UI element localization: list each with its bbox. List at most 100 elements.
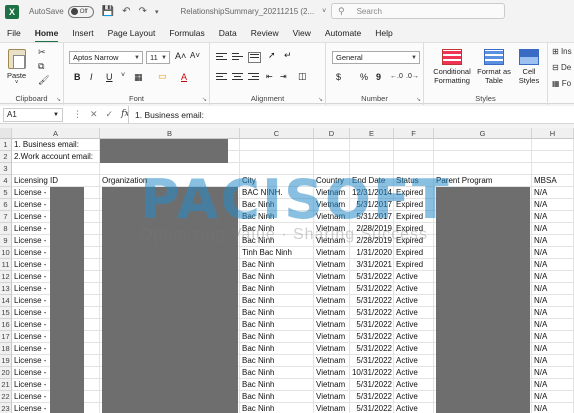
tab-page-layout[interactable]: Page Layout bbox=[101, 25, 163, 41]
format-painter-icon[interactable]: 🖌 bbox=[38, 75, 49, 86]
end-date-cell[interactable]: 5/31/2022 bbox=[350, 379, 394, 391]
city-cell[interactable]: Bac Ninh bbox=[240, 223, 314, 235]
row-header-3[interactable]: 3 bbox=[0, 163, 12, 175]
mbsa-cell[interactable]: N/A bbox=[532, 271, 574, 283]
column-header-b[interactable]: B bbox=[100, 128, 240, 139]
city-cell[interactable]: Bac Ninh bbox=[240, 295, 314, 307]
format-cells-button[interactable]: ▦ Fo bbox=[552, 79, 571, 88]
end-date-cell[interactable]: 5/31/2022 bbox=[350, 355, 394, 367]
column-header-c[interactable]: C bbox=[240, 128, 314, 139]
customize-toolbar-icon[interactable]: ▾ bbox=[155, 8, 159, 16]
row-header-23[interactable]: 23 bbox=[0, 403, 12, 413]
end-date-cell[interactable]: 3/31/2021 bbox=[350, 259, 394, 271]
status-cell[interactable]: Active bbox=[394, 367, 434, 379]
country-cell[interactable]: Vietnam bbox=[314, 319, 350, 331]
mbsa-cell[interactable]: N/A bbox=[532, 259, 574, 271]
align-right-icon[interactable] bbox=[248, 73, 259, 82]
country-cell[interactable]: Vietnam bbox=[314, 367, 350, 379]
end-date-cell[interactable]: 5/31/2022 bbox=[350, 319, 394, 331]
mbsa-cell[interactable]: N/A bbox=[532, 367, 574, 379]
end-date-cell[interactable]: 2/28/2019 bbox=[350, 223, 394, 235]
mbsa-cell[interactable]: N/A bbox=[532, 247, 574, 259]
mbsa-cell[interactable]: N/A bbox=[532, 235, 574, 247]
city-cell[interactable]: Bac Ninh bbox=[240, 331, 314, 343]
format-as-table-button[interactable]: Format as Table bbox=[476, 49, 512, 85]
column-header-f[interactable]: F bbox=[394, 128, 434, 139]
more-options-icon[interactable]: ⋮ bbox=[73, 109, 82, 120]
conditional-formatting-button[interactable]: Conditional Formatting bbox=[430, 49, 474, 85]
country-cell[interactable]: Vietnam bbox=[314, 379, 350, 391]
country-cell[interactable]: Vietnam bbox=[314, 199, 350, 211]
borders-icon[interactable]: ▦ bbox=[134, 72, 143, 83]
alignment-launcher-icon[interactable]: ↘ bbox=[318, 96, 323, 103]
row-header-20[interactable]: 20 bbox=[0, 367, 12, 379]
city-cell[interactable]: Bac Ninh bbox=[240, 199, 314, 211]
formula-input[interactable]: 1. Business email: bbox=[128, 105, 574, 124]
number-format-combo[interactable]: General ▼ bbox=[332, 51, 420, 64]
row-header-5[interactable]: 5 bbox=[0, 187, 12, 199]
country-cell[interactable]: Vietnam bbox=[314, 187, 350, 199]
header-cell-d[interactable]: Country bbox=[314, 175, 350, 187]
city-cell[interactable]: Bac Ninh bbox=[240, 367, 314, 379]
worksheet-grid[interactable]: A B C D E F G H 1 2 3 4 5 6 7 8 9 10 11 12 13 14 15 16 17 18 19 20 2… bbox=[0, 128, 574, 413]
status-cell[interactable]: Active bbox=[394, 379, 434, 391]
country-cell[interactable]: Vietnam bbox=[314, 247, 350, 259]
tab-data[interactable]: Data bbox=[212, 25, 244, 41]
mbsa-cell[interactable]: N/A bbox=[532, 295, 574, 307]
country-cell[interactable]: Vietnam bbox=[314, 331, 350, 343]
tab-help[interactable]: Help bbox=[368, 25, 399, 41]
status-cell[interactable]: Expired bbox=[394, 199, 434, 211]
tab-home[interactable]: Home bbox=[28, 25, 66, 43]
tab-review[interactable]: Review bbox=[244, 25, 286, 41]
align-middle-icon[interactable] bbox=[232, 53, 243, 62]
cell-a2[interactable]: 2.Work account email: bbox=[12, 151, 112, 163]
select-all-corner[interactable] bbox=[0, 128, 12, 139]
orientation-icon[interactable]: ➚ bbox=[268, 50, 276, 61]
row-header-14[interactable]: 14 bbox=[0, 295, 12, 307]
shrink-font-button[interactable]: A˅ bbox=[190, 51, 200, 60]
search-box[interactable]: ⚲ Search bbox=[331, 3, 505, 19]
row-header-18[interactable]: 18 bbox=[0, 343, 12, 355]
column-header-h[interactable]: H bbox=[532, 128, 574, 139]
mbsa-cell[interactable]: N/A bbox=[532, 319, 574, 331]
country-cell[interactable]: Vietnam bbox=[314, 343, 350, 355]
percent-button[interactable]: % bbox=[360, 72, 368, 82]
autosave-toggle[interactable]: Off bbox=[67, 5, 94, 18]
status-cell[interactable]: Expired bbox=[394, 211, 434, 223]
bold-button[interactable]: B bbox=[74, 72, 81, 82]
end-date-cell[interactable]: 1/31/2020 bbox=[350, 247, 394, 259]
country-cell[interactable]: Vietnam bbox=[314, 283, 350, 295]
row-header-15[interactable]: 15 bbox=[0, 307, 12, 319]
end-date-cell[interactable]: 5/31/2022 bbox=[350, 403, 394, 413]
status-cell[interactable]: Active bbox=[394, 403, 434, 413]
status-cell[interactable]: Expired bbox=[394, 259, 434, 271]
end-date-cell[interactable]: 5/31/2022 bbox=[350, 331, 394, 343]
city-cell[interactable]: Bac Ninh bbox=[240, 307, 314, 319]
increase-decimal-icon[interactable]: ←.0 bbox=[390, 73, 403, 80]
city-cell[interactable]: Bac Ninh bbox=[240, 319, 314, 331]
align-top-icon[interactable] bbox=[216, 53, 227, 62]
status-cell[interactable]: Active bbox=[394, 331, 434, 343]
comma-button[interactable]: 9 bbox=[376, 72, 381, 82]
tab-automate[interactable]: Automate bbox=[318, 25, 368, 41]
header-cell-e[interactable]: End Date bbox=[350, 175, 394, 187]
align-center-icon[interactable] bbox=[232, 73, 243, 82]
paste-button[interactable]: Paste ˅ bbox=[7, 49, 26, 86]
cancel-icon[interactable]: ✕ bbox=[90, 109, 98, 120]
mbsa-cell[interactable]: N/A bbox=[532, 187, 574, 199]
redo-icon[interactable]: ↷ bbox=[139, 6, 147, 17]
header-cell-g[interactable]: Parent Program bbox=[434, 175, 532, 187]
font-size-combo[interactable]: 11 ▼ bbox=[146, 51, 170, 64]
country-cell[interactable]: Vietnam bbox=[314, 307, 350, 319]
city-cell[interactable]: Bac Ninh bbox=[240, 283, 314, 295]
align-left-icon[interactable] bbox=[216, 73, 227, 82]
delete-cells-button[interactable]: ⊟ De bbox=[552, 63, 571, 72]
wrap-text-icon[interactable]: ↵ bbox=[284, 50, 292, 61]
city-cell[interactable]: Bac Ninh bbox=[240, 271, 314, 283]
status-cell[interactable]: Active bbox=[394, 343, 434, 355]
grow-font-button[interactable]: A˄ bbox=[175, 51, 186, 61]
status-cell[interactable]: Active bbox=[394, 283, 434, 295]
tab-formulas[interactable]: Formulas bbox=[162, 25, 211, 41]
name-box[interactable]: A1 ▼ bbox=[3, 107, 63, 122]
insert-cells-button[interactable]: ⊞ Ins bbox=[552, 47, 572, 56]
